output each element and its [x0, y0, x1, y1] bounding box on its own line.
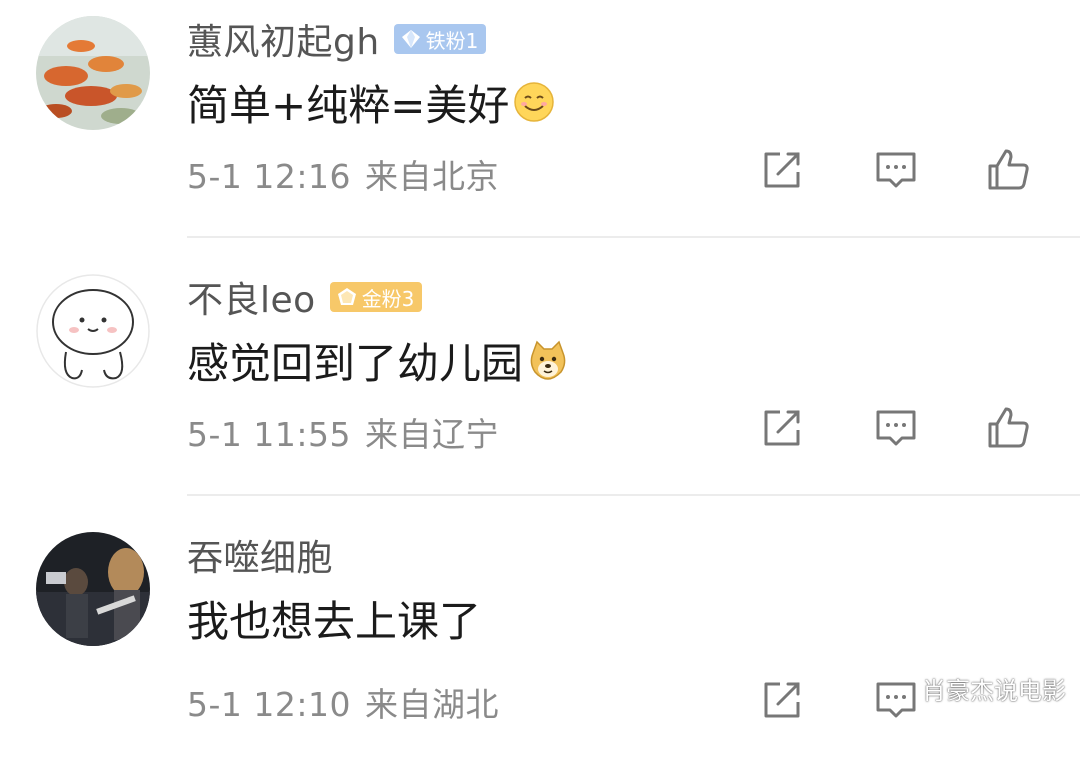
share-icon [764, 152, 800, 188]
comment-meta: 5-1 11:55 来自辽宁 [187, 408, 499, 456]
share-button[interactable] [758, 676, 806, 724]
badge-label: 金粉3 [361, 286, 415, 311]
like-icon [988, 407, 1029, 448]
share-button[interactable] [758, 404, 806, 452]
comment-text: 感觉回到了幼儿园 [187, 330, 569, 390]
share-button[interactable] [758, 146, 806, 194]
fan-badge[interactable]: 铁粉1 [393, 24, 487, 54]
share-icon [764, 410, 800, 446]
comment-body: 我也想去上课了 [187, 596, 482, 646]
reply-icon [876, 410, 916, 446]
comment-meta: 5-1 12:10 来自湖北 [187, 678, 499, 726]
divider [187, 236, 1080, 238]
like-button[interactable] [984, 146, 1032, 194]
location: 来自湖北 [365, 685, 499, 724]
timestamp: 5-1 12:10 [187, 685, 351, 724]
name-row: 蕙风初起gh 铁粉1 [187, 13, 487, 65]
avatar[interactable] [36, 532, 150, 646]
diamond-icon [401, 30, 420, 48]
name-row: 不良leo 金粉3 [187, 271, 423, 323]
name-row: 吞噬细胞 [187, 530, 333, 580]
avatar[interactable] [36, 16, 150, 130]
comment-text: 简单+纯粹=美好 [187, 72, 555, 132]
comment-meta: 5-1 12:16 来自北京 [187, 150, 499, 198]
reply-icon [876, 152, 916, 188]
reply-icon [876, 682, 916, 718]
pentagon-gem-icon [337, 288, 356, 305]
smile-emoji [514, 82, 555, 122]
reply-button[interactable] [872, 404, 920, 452]
like-button[interactable] [984, 404, 1032, 452]
username[interactable]: 蕙风初起gh [187, 13, 380, 65]
watermark: 肖豪杰说电影 [922, 677, 1066, 705]
location: 来自北京 [365, 157, 499, 196]
comment-item: 蕙风初起gh 铁粉1 简单+纯粹=美好 5-1 12:16 来自北京 [0, 0, 1080, 258]
share-icon [764, 682, 800, 718]
like-icon [988, 149, 1029, 190]
location: 来自辽宁 [365, 415, 499, 454]
timestamp: 5-1 11:55 [187, 415, 351, 454]
username[interactable]: 吞噬细胞 [187, 529, 333, 581]
timestamp: 5-1 12:16 [187, 157, 351, 196]
fan-badge[interactable]: 金粉3 [329, 282, 423, 312]
comment-item: 不良leo 金粉3 感觉回到了幼儿园 5-1 11:55 来自辽宁 [0, 258, 1080, 516]
comment-body: 简单+纯粹=美好 [187, 80, 510, 130]
badge-label: 铁粉1 [425, 28, 479, 53]
avatar[interactable] [36, 274, 150, 388]
comment-text: 我也想去上课了 [187, 588, 481, 648]
comment-body: 感觉回到了幼儿园 [187, 338, 524, 388]
divider [187, 494, 1080, 496]
reply-button[interactable] [872, 146, 920, 194]
username[interactable]: 不良leo [187, 271, 316, 323]
doge-emoji [530, 340, 566, 380]
reply-button[interactable] [872, 676, 920, 724]
comment-item: 吞噬细胞 我也想去上课了 5-1 12:10 来自湖北 [0, 516, 1080, 774]
